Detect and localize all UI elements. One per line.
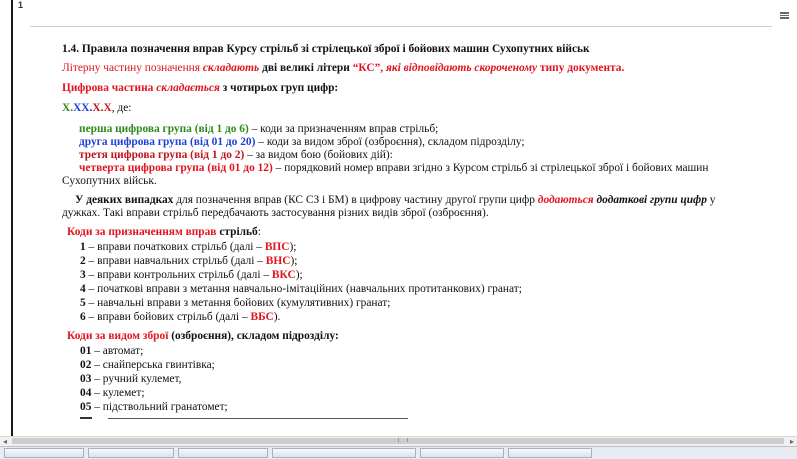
cut-off-text-fragment: [80, 417, 92, 419]
purpose-item-3-post: );: [295, 269, 303, 281]
page-left-border: [11, 0, 13, 436]
group-2: друга цифрова група (від 01 до 20) – код…: [79, 135, 525, 149]
section-heading: 1.4. Правила позначення вправ Курсу стрі…: [62, 43, 590, 55]
p4-d: додаткові групи цифр: [596, 194, 707, 206]
purpose-item-3-text: – вправи контрольних стрільб (далі –: [85, 269, 272, 281]
scrollbar-grip-icon: [398, 438, 408, 442]
p1-c: дві великі літери: [262, 62, 350, 74]
purpose-item-2: 2 – вправи навчальних стрільб (далі – ВН…: [80, 254, 297, 268]
purpose-item-4-text: – початкові вправи з метання навчально-і…: [85, 283, 522, 295]
p4-c: додаються: [537, 194, 594, 206]
weapon-item-01-text: – автомат;: [91, 345, 144, 357]
purpose-item-5: 5 – навчальні вправи з метання бойових (…: [80, 296, 390, 310]
taskbar-item-4[interactable]: [272, 448, 416, 458]
weapon-item-04-text: – кулемет;: [91, 387, 145, 399]
taskbar-item-2[interactable]: [88, 448, 174, 458]
weapon-item-01-num: 01: [80, 345, 92, 357]
weapon-item-02-num: 02: [80, 359, 92, 371]
horizontal-scrollbar[interactable]: ◂ ▸: [0, 436, 797, 446]
paragraph-some-cases-cont: дужках. Такі вправи стрільб передбачають…: [62, 207, 489, 219]
scroll-left-icon[interactable]: ◂: [0, 437, 10, 446]
paragraph-digital-part: Цифрова частина складається з чотирьох г…: [62, 81, 338, 95]
paragraph-some-cases: У деяких випадках для позначення вправ (…: [75, 193, 715, 207]
group-1-label: перша цифрова група (від 1 до 6): [79, 123, 249, 135]
weapon-item-04-num: 04: [80, 387, 92, 399]
codes-purpose-title-black: стрільб: [216, 226, 258, 238]
group-3-label: третя цифрова група (від 1 до 2): [79, 149, 245, 161]
codes-weapon-title-black: (озброєння), складом підрозділу:: [168, 330, 339, 342]
taskbar-item-1[interactable]: [4, 448, 84, 458]
purpose-item-6-abbr: ВБС: [250, 311, 274, 323]
bottom-taskbar: [0, 446, 797, 459]
p4-a: У деяких випадках: [75, 194, 174, 206]
p1-d: “КС”,: [352, 62, 384, 74]
codes-purpose-title-red: Коди за призначенням вправ: [67, 226, 217, 238]
pattern-x1: Х.: [62, 102, 74, 114]
group-4-text: – порядковий номер вправи згідно з Курсо…: [272, 162, 709, 174]
group-2-label: друга цифрова група (від 01 до 20): [79, 136, 256, 148]
weapon-item-cut-off: [80, 414, 500, 420]
weapon-item-02-text: – снайперська гвинтівка;: [91, 359, 215, 371]
pattern-tail: , де:: [111, 102, 132, 114]
group-2-text: – коди за видом зброї (озброєння), склад…: [255, 136, 525, 148]
menu-icon[interactable]: [780, 12, 789, 19]
group-3: третя цифрова група (від 1 до 2) – за ви…: [79, 148, 393, 162]
weapon-item-05-text: – підствольний гранатомет;: [91, 401, 228, 413]
pattern-x2: ХХ.: [73, 102, 93, 114]
purpose-item-1: 1 – вправи початкових стрільб (далі – ВП…: [80, 240, 296, 254]
p2-c: з чотирьох груп цифр:: [222, 82, 339, 94]
p1-e: які відповідають скороченому: [386, 62, 538, 74]
purpose-item-1-post: );: [289, 241, 297, 253]
purpose-item-6-post: ).: [273, 311, 281, 323]
p1-a: Літерну частину позначення: [62, 62, 201, 74]
purpose-item-3: 3 – вправи контрольних стрільб (далі – В…: [80, 268, 303, 282]
paragraph-literal-part: Літерну частину позначення складають дві…: [62, 61, 624, 75]
purpose-item-2-post: );: [290, 255, 298, 267]
weapon-item-05: 05 – підствольний гранатомет;: [80, 400, 228, 414]
weapon-item-01: 01 – автомат;: [80, 344, 143, 358]
weapon-item-04: 04 – кулемет;: [80, 386, 145, 400]
taskbar-item-6[interactable]: [508, 448, 592, 458]
purpose-item-4: 4 – початкові вправи з метання навчально…: [80, 282, 522, 296]
header-divider: [30, 26, 772, 27]
cut-off-text-fragment-2: [108, 418, 408, 419]
codes-weapon-title-red: Коди за видом зброї: [67, 330, 169, 342]
purpose-item-6: 6 – вправи бойових стрільб (далі – ВБС).: [80, 310, 280, 324]
group-1: перша цифрова група (від 1 до 6) – коди …: [79, 122, 438, 136]
pattern-x3: Х.: [92, 102, 104, 114]
weapon-item-03-text: – ручний кулемет,: [91, 373, 182, 385]
group-1-text: – коди за призначенням вправ стрільб;: [248, 123, 439, 135]
purpose-item-3-abbr: ВКС: [271, 269, 296, 281]
codes-weapon-title: Коди за видом зброї (озброєння), складом…: [67, 329, 339, 343]
codes-purpose-title: Коди за призначенням вправ стрільб:: [67, 225, 261, 239]
codes-purpose-title-colon: :: [257, 226, 261, 238]
scroll-right-icon[interactable]: ▸: [787, 437, 797, 446]
p1-f: типу документа.: [539, 62, 625, 74]
p2-b: складається: [156, 82, 220, 94]
page-top-mark: 1: [18, 0, 24, 10]
purpose-item-2-abbr: ВНС: [265, 255, 291, 267]
taskbar-item-5[interactable]: [420, 448, 504, 458]
group-4: четверта цифрова група (від 01 до 12) – …: [79, 161, 709, 175]
purpose-item-1-text: – вправи початкових стрільб (далі –: [85, 241, 265, 253]
purpose-item-1-abbr: ВПС: [264, 241, 290, 253]
format-pattern: Х.ХХ.Х.Х, де:: [62, 101, 131, 115]
taskbar-item-3[interactable]: [178, 448, 268, 458]
weapon-item-03-num: 03: [80, 373, 92, 385]
pattern-x4: Х: [103, 102, 112, 114]
document-page: 1 1.4. Правила позначення вправ Курсу ст…: [0, 0, 797, 459]
weapon-item-05-num: 05: [80, 401, 92, 413]
purpose-item-6-text: – вправи бойових стрільб (далі –: [85, 311, 251, 323]
p1-b: складають: [202, 62, 260, 74]
purpose-item-5-text: – навчальні вправи з метання бойових (ку…: [85, 297, 391, 309]
group-3-text: – за видом бою (бойових дій):: [244, 149, 393, 161]
weapon-item-03: 03 – ручний кулемет,: [80, 372, 181, 386]
purpose-item-2-text: – вправи навчальних стрільб (далі –: [85, 255, 266, 267]
p2-a: Цифрова частина: [62, 82, 154, 94]
p4-b: для позначення вправ (КС СЗ і БМ) в цифр…: [173, 194, 538, 206]
p4-e: у: [706, 194, 716, 206]
group-4-label: четверта цифрова група (від 01 до 12): [79, 162, 273, 174]
weapon-item-02: 02 – снайперська гвинтівка;: [80, 358, 215, 372]
group-4-continuation: Сухопутних військ.: [62, 175, 157, 187]
